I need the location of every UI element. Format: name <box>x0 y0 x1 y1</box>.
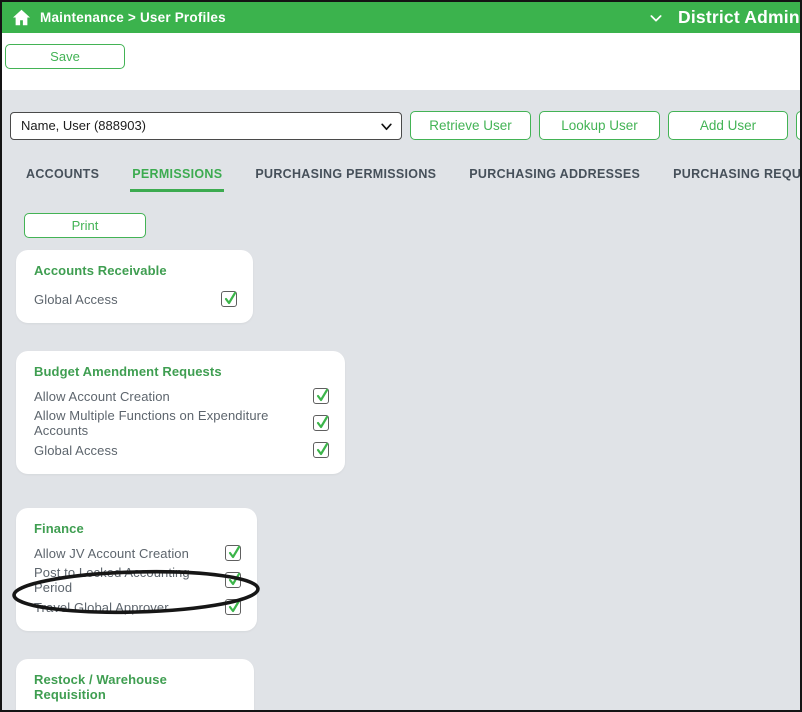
permission-row: Global Access <box>34 289 237 309</box>
permission-row: Allow Multiple Functions on Expenditure … <box>34 408 329 438</box>
tab-purchasing-addresses[interactable]: PURCHASING ADDRESSES <box>467 167 642 192</box>
permission-row: Global Access <box>34 440 329 460</box>
user-select-wrap: Name, User (888903) <box>10 111 402 140</box>
allow-multiple-functions-checkbox[interactable] <box>313 415 329 431</box>
app-window: Maintenance > User Profiles District Adm… <box>0 0 802 712</box>
top-bar: Maintenance > User Profiles District Adm… <box>2 2 800 33</box>
permission-row-annotated: Travel Global Approver <box>34 597 241 617</box>
breadcrumb: Maintenance > User Profiles <box>40 10 226 25</box>
context-label: District Admin <box>678 7 800 27</box>
permission-label: Global Access <box>34 291 118 307</box>
permission-label: Allow Account Creation <box>34 388 170 404</box>
retrieve-user-button[interactable]: Retrieve User <box>410 111 531 140</box>
allow-account-creation-checkbox[interactable] <box>313 388 329 404</box>
checkmark-icon <box>228 599 241 613</box>
context-switcher: District Admin <box>648 2 800 33</box>
post-to-locked-period-checkbox[interactable] <box>225 572 241 588</box>
permission-row: Allow JV Account Creation <box>34 543 241 563</box>
tab-purchasing-permissions[interactable]: PURCHASING PERMISSIONS <box>253 167 438 192</box>
lookup-user-button[interactable]: Lookup User <box>539 111 660 140</box>
user-select[interactable]: Name, User (888903) <box>10 111 402 140</box>
card-title: Accounts Receivable <box>34 263 167 278</box>
permission-row: Post to Locked Accounting Period <box>34 565 241 595</box>
global-access-checkbox[interactable] <box>221 291 237 307</box>
allow-jv-account-creation-checkbox[interactable] <box>225 545 241 561</box>
tab-purchasing-requestors[interactable]: PURCHASING REQUESTORS <box>671 167 800 192</box>
partial-button[interactable] <box>796 111 800 140</box>
checkmark-icon <box>228 572 241 586</box>
content-area: Name, User (888903) Retrieve User Lookup… <box>2 90 800 710</box>
card-restock-warehouse-requisition: Restock / Warehouse Requisition Global A… <box>16 659 254 710</box>
checkmark-icon <box>228 545 241 559</box>
add-user-button[interactable]: Add User <box>668 111 788 140</box>
permission-label: Allow Multiple Functions on Expenditure … <box>34 408 269 438</box>
save-row: Save <box>2 33 800 90</box>
permission-label: Post to Locked Accounting Period <box>34 565 190 595</box>
card-budget-amendment-requests: Budget Amendment Requests Allow Account … <box>16 351 345 474</box>
permission-label: Global Access <box>34 442 118 458</box>
checkmark-icon <box>224 291 237 305</box>
permission-label: Allow JV Account Creation <box>34 545 189 561</box>
home-icon[interactable] <box>2 9 40 26</box>
tab-permissions[interactable]: PERMISSIONS <box>130 167 225 192</box>
card-title: Budget Amendment Requests <box>34 364 222 379</box>
global-access-checkbox[interactable] <box>313 442 329 458</box>
card-title: Restock / Warehouse Requisition <box>34 672 167 702</box>
tab-bar: ACCOUNTS PERMISSIONS PURCHASING PERMISSI… <box>24 167 800 192</box>
permission-row: Allow Account Creation <box>34 386 329 406</box>
save-button[interactable]: Save <box>5 44 125 69</box>
user-bar: Name, User (888903) Retrieve User Lookup… <box>2 90 800 140</box>
tab-accounts[interactable]: ACCOUNTS <box>24 167 101 192</box>
checkmark-icon <box>316 415 329 429</box>
checkmark-icon <box>316 388 329 402</box>
checkmark-icon <box>316 442 329 456</box>
chevron-down-icon[interactable] <box>648 10 664 26</box>
permission-label: Travel Global Approver <box>34 599 169 615</box>
travel-global-approver-checkbox[interactable] <box>225 599 241 615</box>
card-finance: Finance Allow JV Account Creation Post t… <box>16 508 257 631</box>
print-button[interactable]: Print <box>24 213 146 238</box>
card-title: Finance <box>34 521 84 536</box>
card-accounts-receivable: Accounts Receivable Global Access <box>16 250 253 323</box>
